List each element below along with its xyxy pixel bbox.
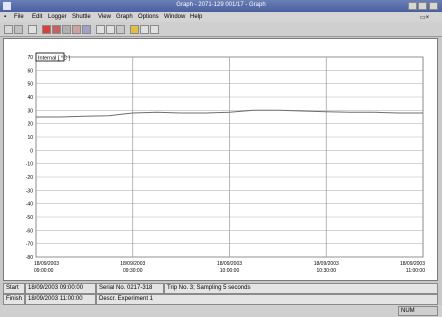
x-tick-date: 18/09/2003 — [34, 261, 59, 267]
title-bar: Graph - 2071-129 001/17 - Graph — [0, 0, 442, 12]
x-tick-date: 18/09/2003 — [400, 261, 425, 267]
menu-logger[interactable]: Logger — [48, 14, 67, 20]
graph-icon[interactable] — [116, 25, 125, 34]
y-tick-label: 50 — [27, 82, 33, 88]
num-lock-indicator: NUM — [398, 306, 438, 316]
x-axis-ticks: 18/09/200309:00:0018/09/200309:30:0018/0… — [34, 261, 425, 274]
channel-legend: Internal [ °C ] — [35, 52, 71, 62]
print-icon[interactable] — [28, 25, 37, 34]
y-tick-label: -80 — [26, 255, 33, 261]
maximize-button[interactable] — [418, 2, 427, 10]
x-tick-time: 09:00:00 — [34, 268, 54, 274]
save-icon[interactable] — [14, 25, 23, 34]
zoom-in-icon[interactable] — [96, 25, 105, 34]
window-title: Graph - 2071-129 001/17 - Graph — [176, 2, 266, 8]
menu-view[interactable]: View — [98, 14, 111, 20]
y-tick-label: -70 — [26, 242, 33, 248]
zoom-out-icon[interactable] — [106, 25, 115, 34]
status-bar: NUM — [0, 305, 442, 317]
menu-help[interactable]: Help — [190, 14, 202, 20]
menu-icon[interactable]: ▪ — [4, 14, 6, 20]
y-tick-label: 0 — [30, 148, 33, 154]
x-tick-date: 18/09/2003 — [314, 261, 339, 267]
y-tick-label: 10 — [27, 135, 33, 141]
description: Descr. Experiment 1 — [96, 294, 438, 305]
chart-panel: 70 60 50 40 30 20 10 0 -10 -20 -30 -40 -50 -60 -70 -80 … — [3, 38, 438, 281]
table-icon[interactable] — [140, 25, 149, 34]
y-tick-label: 30 — [27, 108, 33, 114]
x-tick-time: 10:00:00 — [220, 268, 240, 274]
serial-number: Serial No. 0217-318 — [96, 283, 164, 294]
y-tick-label: 20 — [27, 122, 33, 128]
start-value: 18/09/2003 09:00:00 — [25, 283, 96, 294]
y-tick-label: -40 — [26, 202, 33, 208]
menu-window[interactable]: Window — [164, 14, 185, 20]
x-tick-time: 10:30:00 — [317, 268, 337, 274]
y-tick-label: -30 — [26, 188, 33, 194]
open-icon[interactable] — [4, 25, 13, 34]
close-button[interactable] — [429, 2, 438, 10]
x-tick-time: 11:00:00 — [406, 268, 425, 274]
export-icon[interactable] — [150, 25, 159, 34]
download-icon[interactable] — [62, 25, 71, 34]
help-icon[interactable] — [130, 25, 139, 34]
x-tick-time: 09:30:00 — [123, 268, 143, 274]
menu-graph[interactable]: Graph — [116, 14, 133, 20]
menu-edit[interactable]: Edit — [32, 14, 42, 20]
x-tick-date: 18/09/2003 — [120, 261, 145, 267]
minimize-button[interactable] — [408, 2, 417, 10]
y-tick-label: -60 — [26, 228, 33, 234]
start-icon[interactable] — [42, 25, 51, 34]
y-tick-label: -50 — [26, 215, 33, 221]
menu-bar: ▪ File Edit Logger Shuttle View Graph Op… — [0, 12, 442, 22]
logger-icon[interactable] — [72, 25, 81, 34]
line-chart[interactable]: 706050403020100-10-20-30-40-50-60-70-80 … — [4, 39, 437, 280]
y-axis-ticks: 70 60 50 40 30 20 10 0 -10 -20 -30 -40 -50 -60 -70 -80 — [26, 55, 33, 261]
toolbar — [0, 22, 442, 37]
channel-label: Internal [ °C ] — [38, 56, 71, 62]
finish-label: Finish — [3, 294, 25, 305]
status-row-finish: Finish 18/09/2003 11:00:00 Descr. Experi… — [3, 294, 438, 305]
child-window-controls[interactable]: ▭× — [420, 14, 429, 21]
stop-icon[interactable] — [52, 25, 61, 34]
y-tick-label: 40 — [27, 95, 33, 101]
y-tick-label: -20 — [26, 175, 33, 181]
menu-shuttle[interactable]: Shuttle — [72, 14, 91, 20]
status-row-start: Start 18/09/2003 09:00:00 Serial No. 021… — [3, 283, 438, 294]
channel-icon[interactable] — [82, 25, 91, 34]
y-tick-label: 70 — [27, 55, 33, 61]
y-tick-label: 60 — [27, 68, 33, 74]
menu-options[interactable]: Options — [138, 14, 159, 20]
gridlines — [35, 56, 424, 258]
x-tick-date: 18/09/2003 — [217, 261, 242, 267]
finish-value: 18/09/2003 11:00:00 — [25, 294, 96, 305]
y-tick-label: -10 — [26, 162, 33, 168]
start-label: Start — [3, 283, 25, 294]
trip-info: Trip No. 3; Sampling 5 seconds — [164, 283, 438, 294]
menu-file[interactable]: File — [14, 14, 24, 20]
